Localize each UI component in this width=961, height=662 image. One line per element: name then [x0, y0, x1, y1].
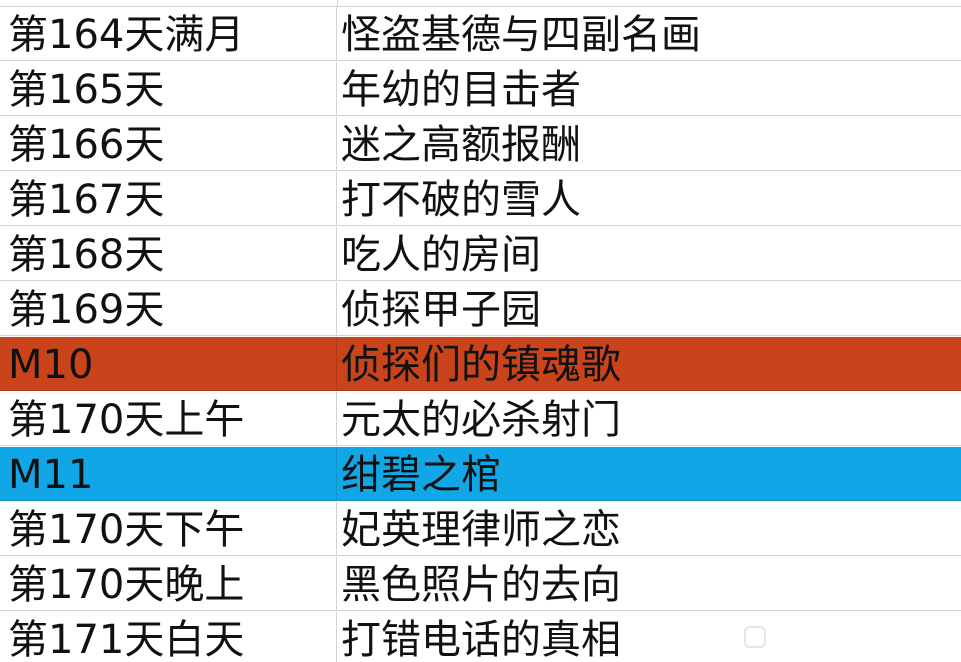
episode-title-cell[interactable]: 年幼的目击者: [338, 62, 961, 115]
episode-title-cell[interactable]: 妃英理律师之恋: [338, 502, 961, 555]
episode-title-cell[interactable]: 侦探们的镇魂歌: [338, 337, 961, 390]
movie-row-highlighted[interactable]: M10 侦探们的镇魂歌: [0, 337, 961, 391]
episode-title-cell[interactable]: 侦探甲子园: [338, 282, 961, 335]
table-row[interactable]: 第169天 侦探甲子园: [0, 282, 961, 336]
episode-title-cell[interactable]: 打错电话的真相: [338, 612, 961, 662]
table-row[interactable]: 第164天满月 怪盗基德与四副名画: [0, 7, 961, 61]
day-cell[interactable]: 第169天: [0, 282, 337, 335]
movie-row-highlighted[interactable]: M11 绀碧之棺: [0, 447, 961, 501]
day-cell[interactable]: 第164天满月: [0, 7, 337, 60]
table-row[interactable]: 第171天白天 打错电话的真相: [0, 612, 961, 662]
spreadsheet: 第164天满月 怪盗基德与四副名画 第165天 年幼的目击者 第166天 迷之高…: [0, 0, 961, 662]
day-cell[interactable]: M10: [0, 337, 337, 390]
watermark-icon: [744, 626, 766, 648]
table-row[interactable]: 第170天下午 妃英理律师之恋: [0, 502, 961, 556]
day-cell[interactable]: 第165天: [0, 62, 337, 115]
episode-title-cell[interactable]: 黑色照片的去向: [338, 557, 961, 610]
table-row[interactable]: 第167天 打不破的雪人: [0, 172, 961, 226]
episode-title-cell[interactable]: 吃人的房间: [338, 227, 961, 280]
day-cell[interactable]: 第168天: [0, 227, 337, 280]
day-cell[interactable]: 第170天晚上: [0, 557, 337, 610]
day-cell[interactable]: 第171天白天: [0, 612, 337, 662]
day-cell[interactable]: 第167天: [0, 172, 337, 225]
column-divider: [337, 0, 338, 6]
episode-title-cell[interactable]: 绀碧之棺: [338, 447, 961, 500]
day-cell[interactable]: 第170天上午: [0, 392, 337, 445]
episode-title-cell[interactable]: 元太的必杀射门: [338, 392, 961, 445]
episode-title-cell[interactable]: 打不破的雪人: [338, 172, 961, 225]
table-row[interactable]: 第166天 迷之高额报酬: [0, 117, 961, 171]
episode-title-cell[interactable]: 怪盗基德与四副名画: [338, 7, 961, 60]
table-row[interactable]: 第168天 吃人的房间: [0, 227, 961, 281]
table-row[interactable]: 第170天上午 元太的必杀射门: [0, 392, 961, 446]
table-row[interactable]: 第165天 年幼的目击者: [0, 62, 961, 116]
episode-title-cell[interactable]: 迷之高额报酬: [338, 117, 961, 170]
table-row[interactable]: 第170天晚上 黑色照片的去向: [0, 557, 961, 611]
previous-row-fragment: [0, 0, 961, 7]
day-cell[interactable]: M11: [0, 447, 337, 500]
day-cell[interactable]: 第166天: [0, 117, 337, 170]
day-cell[interactable]: 第170天下午: [0, 502, 337, 555]
